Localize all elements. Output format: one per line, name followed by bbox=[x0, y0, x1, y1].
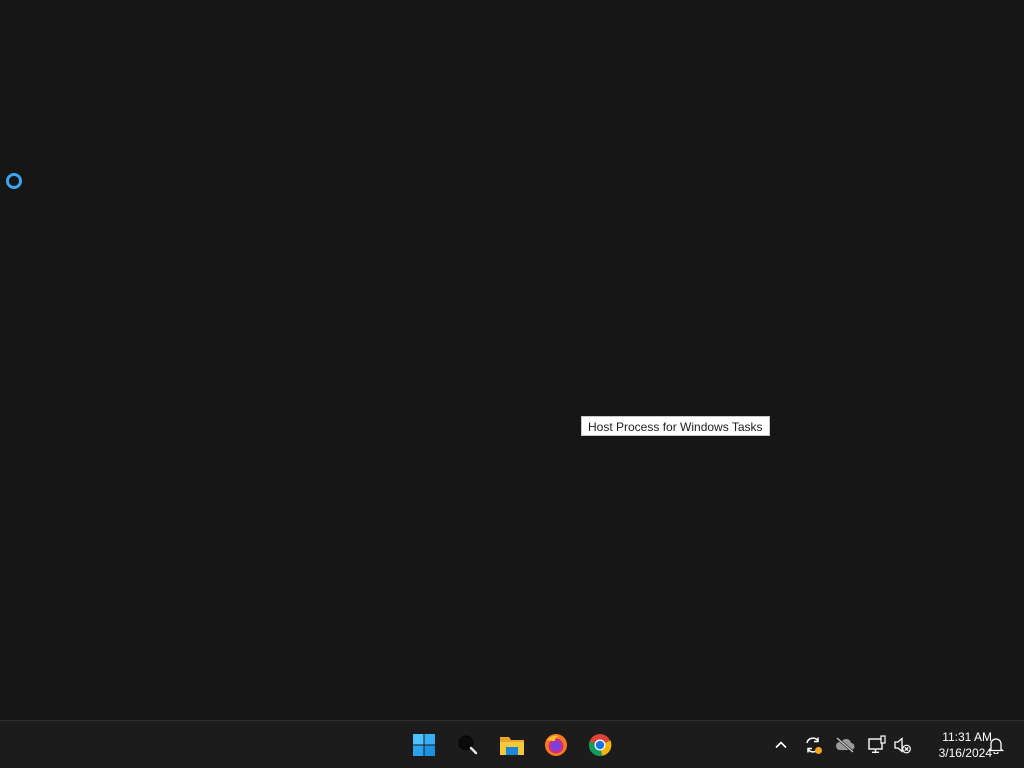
taskbar: 11:31 AM 3/16/2024 bbox=[0, 720, 1024, 768]
search-icon bbox=[458, 735, 478, 755]
sync-status-button[interactable] bbox=[801, 733, 825, 757]
notifications-button[interactable] bbox=[984, 733, 1008, 757]
firefox-button[interactable] bbox=[536, 725, 576, 765]
onedrive-button[interactable] bbox=[833, 733, 857, 757]
firefox-icon bbox=[545, 734, 567, 756]
bell-icon bbox=[987, 738, 1005, 754]
network-button[interactable] bbox=[864, 733, 888, 757]
busy-ring-icon bbox=[6, 173, 22, 189]
volume-button[interactable] bbox=[890, 733, 914, 757]
chevron-up-icon bbox=[775, 741, 787, 749]
chrome-icon bbox=[588, 734, 612, 756]
windows-logo-icon bbox=[413, 734, 435, 756]
folder-icon bbox=[500, 737, 524, 755]
clock-date: 3/16/2024 bbox=[938, 746, 992, 760]
search-button[interactable] bbox=[448, 725, 488, 765]
chrome-button[interactable] bbox=[580, 725, 620, 765]
desktop[interactable]: Host Process for Windows Tasks bbox=[0, 0, 1024, 720]
tooltip: Host Process for Windows Tasks bbox=[581, 416, 770, 436]
start-button[interactable] bbox=[404, 725, 444, 765]
sync-warning-icon bbox=[806, 737, 822, 754]
network-icon bbox=[868, 735, 886, 753]
file-explorer-button[interactable] bbox=[492, 725, 532, 765]
clock-time: 11:31 AM bbox=[942, 730, 992, 744]
clock[interactable]: 11:31 AM 3/16/2024 bbox=[918, 729, 992, 761]
onedrive-offline-icon bbox=[836, 737, 855, 753]
show-hidden-icons-button[interactable] bbox=[769, 733, 793, 757]
volume-muted-icon bbox=[894, 737, 911, 754]
